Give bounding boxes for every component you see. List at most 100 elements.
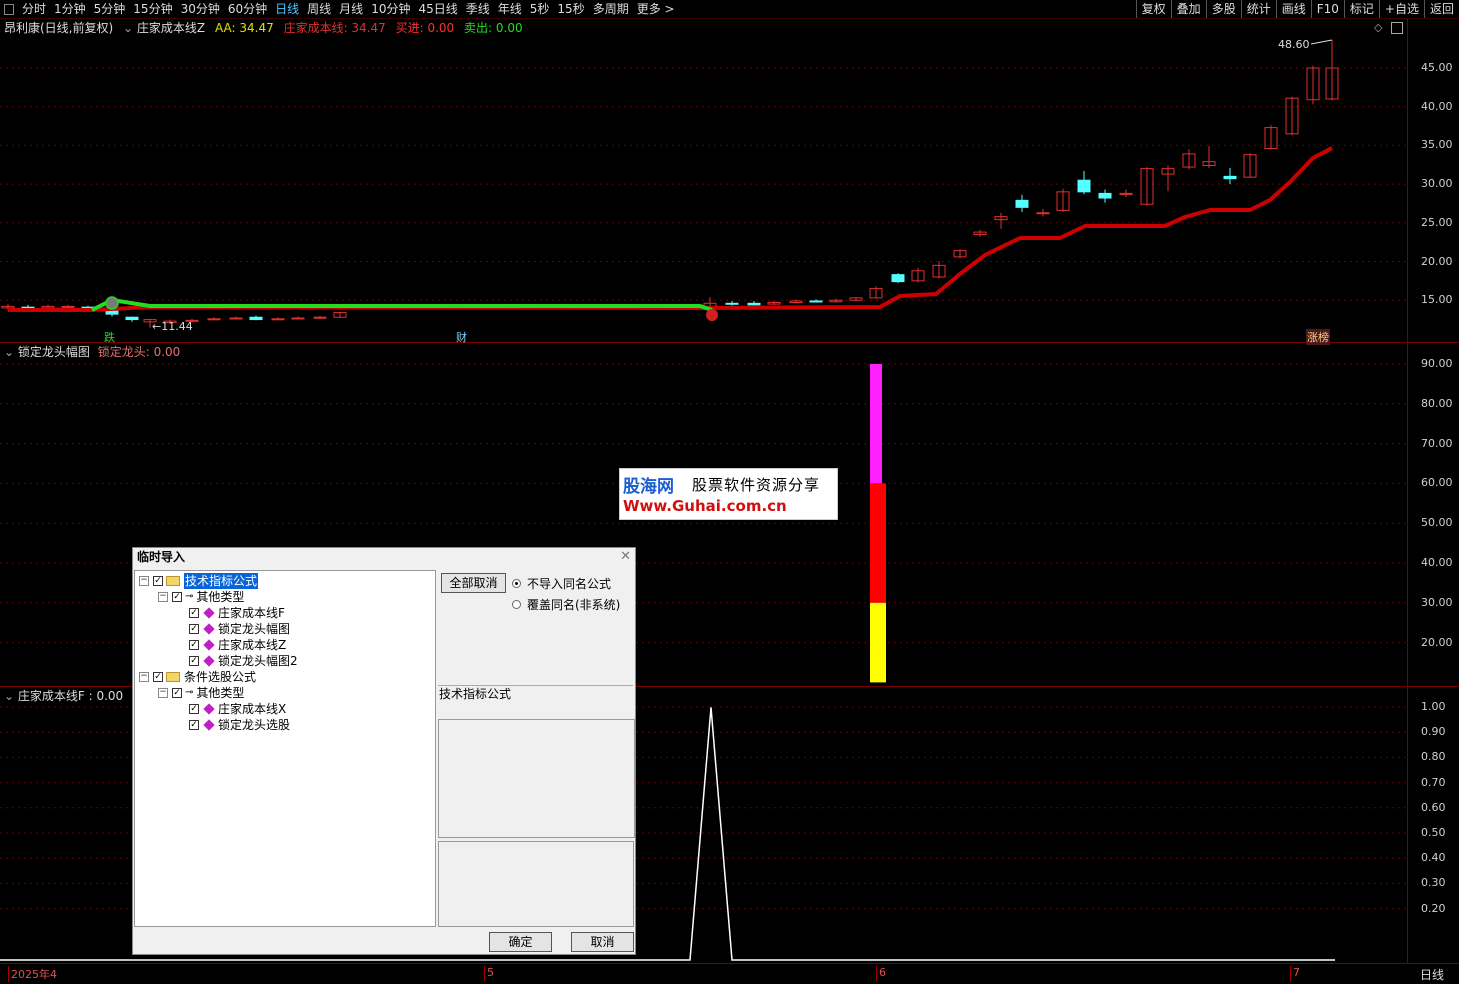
description-box <box>438 719 635 838</box>
checkbox-icon[interactable]: ✓ <box>153 576 163 586</box>
x-tick-label: 5 <box>484 966 494 982</box>
annotation-die[interactable]: 跌 <box>104 329 115 345</box>
tree-node[interactable]: ✓ 庄家成本线X <box>177 701 286 717</box>
radio-dot-icon <box>512 579 521 588</box>
candle-body <box>207 318 221 321</box>
key-icon: ⊸ <box>185 687 194 698</box>
info-label: 技术指标公式 <box>439 687 512 701</box>
radio-overwrite-label: 覆盖同名(非系统) <box>527 598 621 612</box>
tree-node-label: 条件选股公式 <box>184 670 257 684</box>
candle-body <box>1223 175 1237 180</box>
y-tick-label: 90.00 <box>1421 357 1453 370</box>
tree-node-label: 其他类型 <box>196 590 245 604</box>
checkbox-icon[interactable]: ✓ <box>189 640 199 650</box>
low-price-value: 11.44 <box>161 320 193 333</box>
dialog-title[interactable]: 临时导入 <box>133 548 635 566</box>
candle-body <box>1098 192 1112 199</box>
candle-body <box>229 317 243 320</box>
candle-body <box>1036 212 1050 215</box>
bar-magenta <box>870 364 882 484</box>
formula-icon <box>203 703 215 715</box>
tree-node[interactable]: ✓ 庄家成本线Z <box>177 637 286 653</box>
candle-body <box>61 305 75 308</box>
tree-node[interactable]: − ✓ ⊸ 其他类型 <box>158 685 244 701</box>
y-tick-label: 0.80 <box>1421 750 1446 764</box>
cancel-button[interactable]: 取消 <box>571 932 634 952</box>
watermark-url: Www.Guhai.com.cn <box>623 497 787 515</box>
y-tick-label: 50.00 <box>1421 516 1453 530</box>
tree-node-label: 庄家成本线X <box>218 702 287 716</box>
tree-node-label: 技术指标公式 <box>184 573 259 589</box>
y-tick-label: 70.00 <box>1421 436 1453 450</box>
y-tick-label: 0.40 <box>1421 851 1446 865</box>
candle-body <box>1077 179 1091 193</box>
tree-node[interactable]: ✓ 锁定龙头幅图 <box>177 621 290 637</box>
low-price-label: ←11.44 <box>152 320 193 333</box>
close-icon[interactable]: ✕ <box>620 549 631 564</box>
buy-marker-icon <box>706 309 718 321</box>
checkbox-icon[interactable]: ✓ <box>189 704 199 714</box>
radio-overwrite[interactable]: 覆盖同名(非系统) <box>512 596 620 613</box>
high-price-label: 48.60 <box>1278 38 1310 51</box>
y-tick-label: 45.00 <box>1421 61 1453 74</box>
radio-no-import-label: 不导入同名公式 <box>527 577 612 591</box>
y-tick-label: 25.00 <box>1421 215 1453 229</box>
y-tick-label: 1.00 <box>1421 700 1446 713</box>
x-tick-label: 2025年4 <box>8 966 57 982</box>
x-tick-label: 7 <box>1290 966 1300 982</box>
ok-button[interactable]: 确定 <box>489 932 552 952</box>
candle-body <box>125 316 139 321</box>
checkbox-icon[interactable]: ✓ <box>189 720 199 730</box>
candle-body <box>747 302 761 306</box>
period-label[interactable]: 日线 <box>1420 966 1444 983</box>
checkbox-icon[interactable]: ✓ <box>189 656 199 666</box>
tree-node[interactable]: ✓ 锁定龙头幅图2 <box>177 653 298 669</box>
checkbox-icon[interactable]: ✓ <box>189 608 199 618</box>
bar-yellow <box>870 602 886 683</box>
collapse-icon[interactable]: − <box>158 592 168 602</box>
checkbox-icon[interactable]: ✓ <box>153 672 163 682</box>
cancel-all-button[interactable]: 全部取消 <box>441 573 506 593</box>
checkbox-icon[interactable]: ✓ <box>189 624 199 634</box>
annotation-cai[interactable]: 财 <box>456 329 467 345</box>
formula-icon <box>203 607 215 619</box>
checkbox-icon[interactable]: ✓ <box>172 592 182 602</box>
tree-node-label: 庄家成本线F <box>218 606 285 620</box>
candle-body <box>1015 199 1029 208</box>
tree-node[interactable]: − ✓ ⊸ 其他类型 <box>158 589 244 605</box>
key-icon: ⊸ <box>185 591 194 602</box>
tree-node[interactable]: − ✓ 技术指标公式 <box>139 573 259 589</box>
formula-icon <box>203 655 215 667</box>
checkbox-icon[interactable]: ✓ <box>172 688 182 698</box>
candle-body <box>291 317 305 320</box>
tree-node[interactable]: ✓ 锁定龙头选股 <box>177 717 290 733</box>
watermark: 股海网 股票软件资源分享 Www.Guhai.com.cn <box>619 468 838 520</box>
candle-body <box>249 316 263 321</box>
cost-line-red <box>8 146 1333 312</box>
radio-no-import[interactable]: 不导入同名公式 <box>512 575 611 592</box>
formula-icon <box>203 623 215 635</box>
annotation-zhangbang[interactable]: 涨榜 <box>1306 329 1330 345</box>
tree-node[interactable]: ✓ 庄家成本线F <box>177 605 285 621</box>
formula-tree[interactable]: − ✓ 技术指标公式 − ✓ ⊸ 其他类型 ✓ 庄家成本线F ✓ 锁定龙头幅图 ✓ 庄家成本线Z ✓ 锁定龙… <box>134 570 436 927</box>
tree-node-label: 锁定龙头幅图2 <box>218 654 298 668</box>
import-dialog: 临时导入 ✕ − ✓ 技术指标公式 − ✓ ⊸ 其他类型 ✓ 庄家成本线F ✓ 锁定龙头幅图 ✓ 庄家成… <box>132 547 636 955</box>
tree-node-label: 锁定龙头选股 <box>218 718 291 732</box>
candle-body <box>809 300 823 303</box>
high-arrow-line <box>1310 39 1333 45</box>
y-tick-label: 40.00 <box>1421 556 1453 569</box>
folder-icon <box>166 576 180 586</box>
collapse-icon[interactable]: − <box>139 576 149 586</box>
formula-icon <box>203 719 215 731</box>
tree-node-label: 庄家成本线Z <box>218 638 287 652</box>
detail-box[interactable] <box>438 841 634 927</box>
collapse-icon[interactable]: − <box>158 688 168 698</box>
watermark-slogan: 股票软件资源分享 <box>692 476 821 494</box>
tree-node[interactable]: − ✓ 条件选股公式 <box>139 669 256 685</box>
y-tick-label: 30.00 <box>1421 595 1453 609</box>
collapse-icon[interactable]: − <box>139 672 149 682</box>
tree-node-label: 其他类型 <box>196 686 245 700</box>
y-tick-label: 60.00 <box>1421 476 1453 490</box>
signal-marker-icon <box>105 296 119 310</box>
radio-dot-icon <box>512 600 521 609</box>
